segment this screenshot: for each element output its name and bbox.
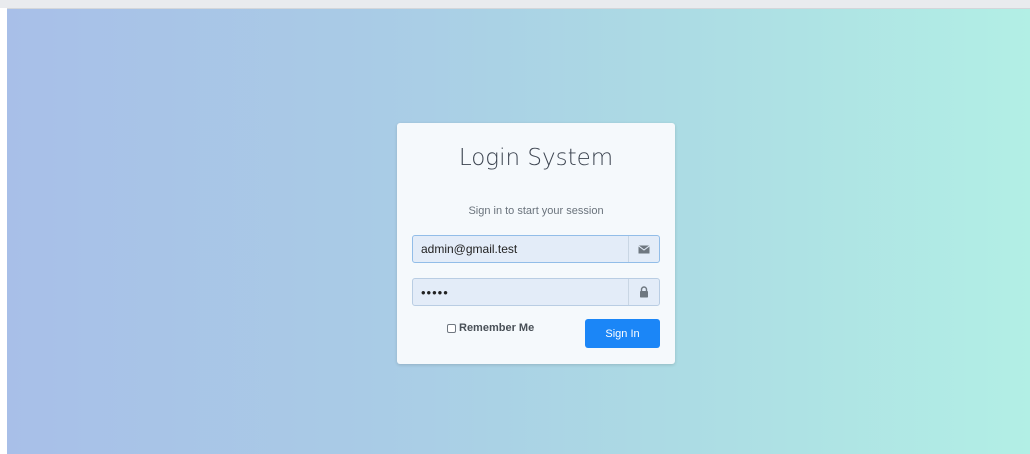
sign-in-button[interactable]: Sign In xyxy=(585,319,660,348)
envelope-icon xyxy=(628,236,659,262)
browser-top-bar xyxy=(0,0,1030,9)
email-input[interactable]: admin@gmail.test xyxy=(413,242,628,256)
lock-icon xyxy=(628,279,659,305)
remember-me-label: Remember Me xyxy=(459,322,535,334)
password-field[interactable]: ••••• xyxy=(412,278,660,306)
page-title: Login System xyxy=(458,145,614,171)
login-subtitle: Sign in to start your session xyxy=(468,205,604,217)
email-field[interactable]: admin@gmail.test xyxy=(412,235,660,263)
checkbox-icon[interactable] xyxy=(447,323,456,333)
login-card: Login System Sign in to start your sessi… xyxy=(397,123,675,364)
remember-me-checkbox[interactable]: Remember Me xyxy=(447,322,534,334)
page-left-edge xyxy=(0,8,7,454)
password-input[interactable]: ••••• xyxy=(413,285,628,300)
